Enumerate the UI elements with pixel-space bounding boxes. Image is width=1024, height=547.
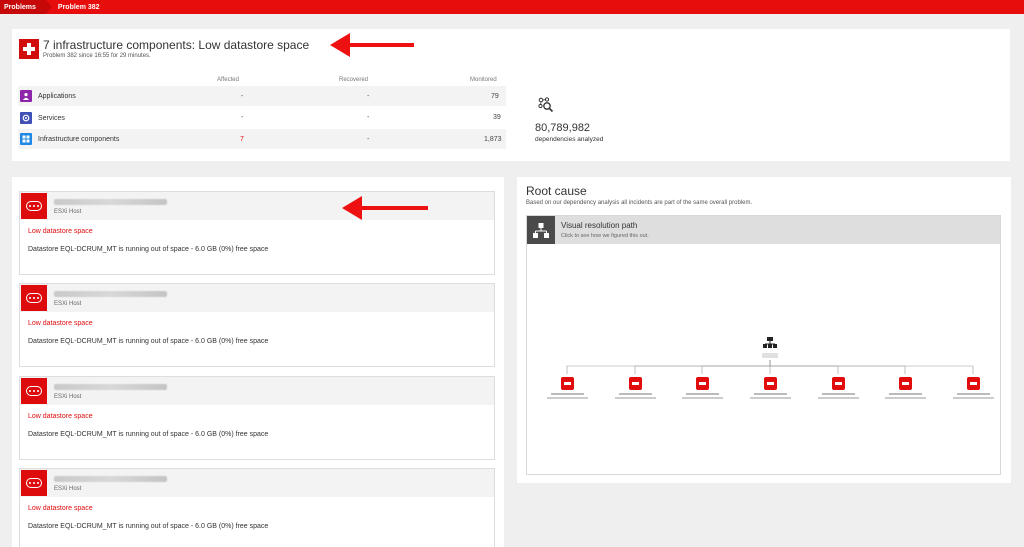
visual-resolution-path-header[interactable]: Visual resolution path Click to see how …: [527, 216, 1000, 244]
row-label: Infrastructure components: [38, 135, 120, 143]
redacted-host-name[interactable]: [54, 384, 167, 390]
infrastructure-affected[interactable]: 7: [240, 136, 244, 143]
applications-monitored: 79: [491, 93, 499, 100]
graph-node-esxi-host[interactable]: [818, 377, 859, 399]
event-card[interactable]: ESXi Host Low datastore space Datastore …: [19, 283, 495, 367]
table-row-infrastructure[interactable]: Infrastructure components: [18, 129, 506, 149]
breadcrumb-problems[interactable]: Problems: [0, 0, 52, 14]
graph-node-esxi-host[interactable]: [953, 377, 994, 399]
visual-resolution-path-title: Visual resolution path: [561, 221, 638, 230]
redacted-host-name[interactable]: [54, 199, 167, 205]
graph-node-esxi-host[interactable]: [615, 377, 656, 399]
esxi-host-icon: [21, 378, 47, 404]
event-card[interactable]: ESXi Host Low datastore space Datastore …: [19, 376, 495, 460]
graph-root-node[interactable]: [762, 336, 778, 358]
applications-recovered: -: [367, 93, 370, 100]
event-description: Datastore EQL-DCRUM_MT is running out of…: [28, 523, 269, 530]
entity-type: ESXi Host: [54, 394, 82, 400]
visual-resolution-path-subtitle: Click to see how we figured this out.: [561, 233, 649, 239]
visual-resolution-path: Visual resolution path Click to see how …: [526, 215, 1001, 475]
graph-leaf-nodes: [547, 377, 994, 399]
breadcrumb: Problems Problem 382: [0, 0, 1024, 14]
graph-edges: [566, 360, 974, 374]
infrastructure-icon: [20, 133, 32, 145]
applications-icon: [20, 90, 32, 102]
event-description: Datastore EQL-DCRUM_MT is running out of…: [28, 246, 269, 253]
services-monitored: 39: [493, 114, 501, 121]
graph-node-esxi-host[interactable]: [547, 377, 588, 399]
applications-affected: -: [241, 93, 244, 100]
dependency-analysis-icon: [538, 97, 554, 113]
entity-type: ESXi Host: [54, 301, 82, 307]
event-description: Datastore EQL-DCRUM_MT is running out of…: [28, 431, 269, 438]
infrastructure-recovered: -: [367, 136, 370, 143]
table-row-services[interactable]: Services: [18, 108, 506, 128]
hierarchy-icon: [527, 216, 555, 244]
redacted-host-name[interactable]: [54, 291, 167, 297]
breadcrumb-current[interactable]: Problem 382: [46, 0, 106, 14]
redacted-host-name[interactable]: [54, 476, 167, 482]
row-label: Services: [38, 114, 65, 122]
table-row-applications[interactable]: Applications: [18, 86, 506, 106]
event-issue[interactable]: Low datastore space: [28, 228, 93, 235]
graph-node-esxi-host[interactable]: [750, 377, 791, 399]
esxi-host-icon: [21, 193, 47, 219]
event-header[interactable]: ESXi Host: [20, 469, 494, 497]
dependency-graph: [547, 336, 994, 399]
event-card[interactable]: ESXi Host Low datastore space Datastore …: [19, 468, 495, 547]
root-cause-title: Root cause: [526, 184, 587, 198]
event-issue[interactable]: Low datastore space: [28, 320, 93, 327]
event-issue[interactable]: Low datastore space: [28, 413, 93, 420]
services-recovered: -: [367, 114, 370, 121]
annotation-arrow-icon: [330, 33, 414, 57]
problem-summary-card: 7 infrastructure components: Low datasto…: [12, 29, 1010, 161]
event-header[interactable]: ESXi Host: [20, 377, 494, 405]
dependencies-count: 80,789,982: [535, 122, 591, 134]
row-label: Applications: [38, 92, 76, 100]
header-recovered: Recovered: [339, 77, 369, 83]
entity-type: ESXi Host: [54, 486, 82, 492]
page-title: 7 infrastructure components: Low datasto…: [43, 38, 310, 52]
root-cause-subtitle: Based on our dependency analysis all inc…: [526, 200, 753, 206]
header-affected: Affected: [217, 77, 239, 83]
event-issue[interactable]: Low datastore space: [28, 505, 93, 512]
entity-type: ESXi Host: [54, 209, 82, 215]
events-panel: ESXi Host Low datastore space Datastore …: [12, 177, 504, 547]
event-description: Datastore EQL-DCRUM_MT is running out of…: [28, 338, 269, 345]
services-affected: -: [241, 114, 244, 121]
event-header[interactable]: ESXi Host: [20, 284, 494, 312]
esxi-host-icon: [21, 470, 47, 496]
header-monitored: Monitored: [470, 77, 497, 83]
services-icon: [20, 112, 32, 124]
graph-node-esxi-host[interactable]: [682, 377, 723, 399]
infrastructure-monitored: 1,873: [484, 136, 502, 143]
problem-subtitle: Problem 382 since 16:55 for 29 minutes.: [43, 53, 151, 59]
annotation-arrow-icon: [342, 196, 428, 220]
problem-icon: [19, 39, 39, 59]
dependencies-label: dependencies analyzed: [535, 136, 604, 143]
esxi-host-icon: [21, 285, 47, 311]
graph-node-esxi-host[interactable]: [885, 377, 926, 399]
root-cause-panel: Root cause Based on our dependency analy…: [517, 177, 1011, 483]
